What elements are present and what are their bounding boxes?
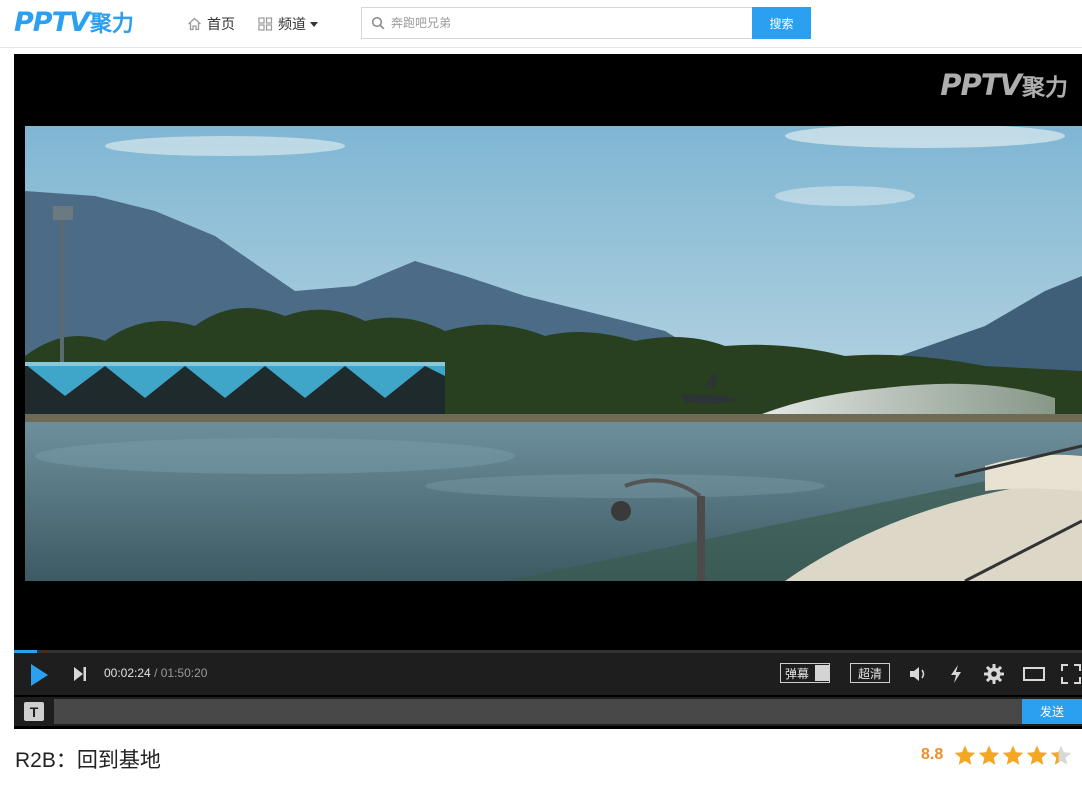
fullscreen-icon [1061, 664, 1081, 684]
star-icon[interactable] [1049, 744, 1073, 766]
logo-latin: PPTV [14, 6, 90, 38]
grid-icon [258, 17, 273, 31]
video-scene-image [25, 126, 1082, 581]
search-icon [371, 16, 385, 30]
rating-stars[interactable] [953, 744, 1073, 766]
nav-channel-label: 频道 [278, 16, 306, 32]
video-title: R2B：回到基地 [15, 749, 161, 772]
time-total: 01:50:20 [160, 666, 208, 680]
toggle-knob [815, 665, 829, 681]
time-display: 00:02:24 / 01:50:20 [104, 666, 207, 680]
volume-button[interactable] [906, 664, 930, 684]
rating: 8.8 [921, 744, 1073, 766]
nav-home[interactable]: 首页 [187, 14, 235, 34]
danmu-toggle[interactable]: 弹幕 [780, 663, 830, 683]
send-danmu-button[interactable]: 发送 [1022, 699, 1082, 724]
top-header: PPTV 聚力 首页 频道 搜索 [0, 0, 1082, 48]
danmu-input-bar: T 发送 [14, 697, 1082, 726]
video-frame[interactable] [25, 126, 1082, 581]
watermark-cn: 聚力 [1022, 75, 1068, 101]
quality-button[interactable]: 超清 [850, 663, 890, 683]
widescreen-icon [1023, 667, 1045, 681]
next-episode-button[interactable] [70, 664, 90, 684]
next-icon [74, 667, 86, 681]
search-button[interactable]: 搜索 [752, 7, 811, 39]
play-button[interactable] [26, 662, 52, 688]
danmu-toggle-label: 弹幕 [784, 666, 809, 681]
time-separator: / [154, 666, 158, 680]
search-box [361, 7, 753, 39]
text-style-icon[interactable]: T [24, 702, 44, 721]
danmu-input[interactable] [54, 699, 1022, 724]
nav-channel-dropdown[interactable]: 频道 [258, 14, 318, 34]
widescreen-button[interactable] [1022, 664, 1046, 684]
rating-score: 8.8 [921, 746, 944, 763]
watermark-latin: PPTV [940, 68, 1022, 102]
volume-icon [910, 667, 925, 681]
gear-icon [984, 664, 1004, 684]
search-input[interactable] [391, 9, 731, 37]
home-icon [188, 17, 201, 31]
fullscreen-button[interactable] [1060, 663, 1082, 685]
star-icon[interactable] [977, 744, 1001, 766]
play-icon [31, 664, 48, 686]
accelerate-button[interactable] [946, 663, 966, 685]
pptv-logo[interactable]: PPTV 聚力 [14, 6, 134, 38]
pptv-watermark: PPTV 聚力 [940, 68, 1068, 102]
logo-cn: 聚力 [89, 12, 134, 37]
nav-home-label: 首页 [207, 16, 235, 32]
control-bar: 00:02:24 / 01:50:20 弹幕 超清 [14, 653, 1082, 695]
video-player[interactable]: PPTV 聚力 00:02:24 / 01:50:20 弹幕 超清 T 发送 [14, 54, 1082, 729]
star-icon[interactable] [1001, 744, 1025, 766]
lightning-icon [951, 665, 961, 683]
caret-down-icon [310, 21, 318, 27]
star-icon[interactable] [1025, 744, 1049, 766]
time-current: 00:02:24 [104, 666, 151, 680]
star-icon[interactable] [953, 744, 977, 766]
settings-button[interactable] [982, 663, 1006, 685]
